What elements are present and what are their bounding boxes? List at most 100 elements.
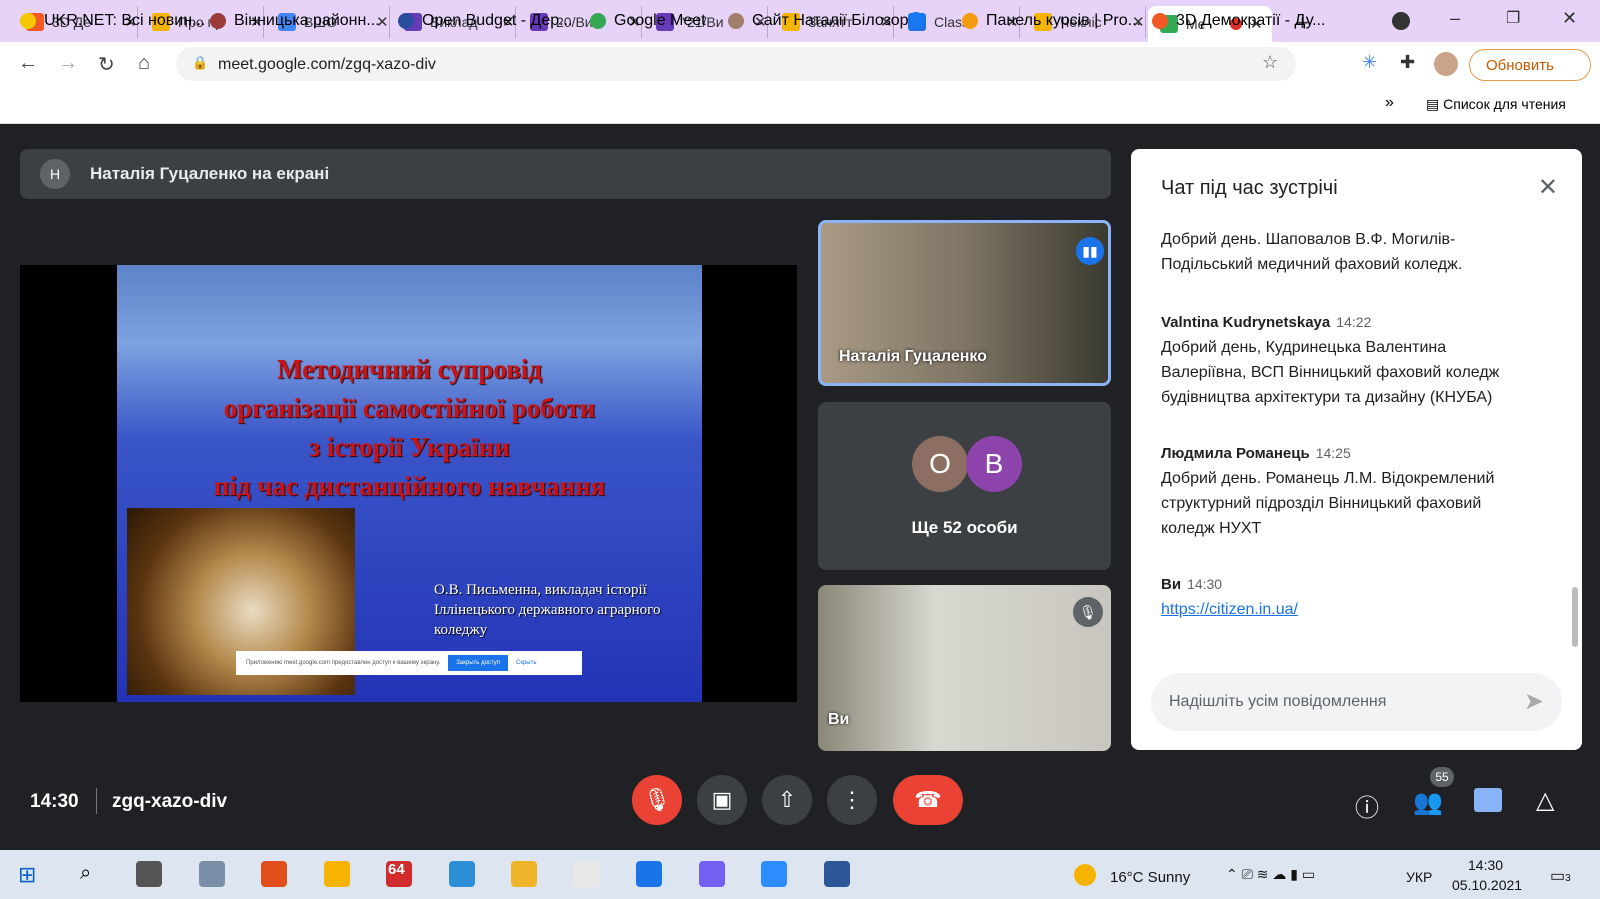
extension-icon[interactable]: ✳ bbox=[1362, 52, 1377, 73]
close-chat-icon[interactable]: ✕ bbox=[1538, 173, 1558, 202]
leave-call-button[interactable]: ☎ bbox=[893, 775, 963, 825]
url-text: meet.google.com/zgq-xazo-div bbox=[218, 56, 436, 73]
share-message: Приложению meet.google.com предоставлен … bbox=[246, 660, 441, 666]
message-time: 14:30 bbox=[1187, 576, 1223, 592]
bookmark[interactable]: UKR.NET: Всі новин... bbox=[20, 12, 205, 30]
weather-icon bbox=[1074, 864, 1096, 886]
bookmark[interactable]: Open Budget - Дер... bbox=[398, 12, 572, 30]
bookmark[interactable]: Панель курсів | Pro... bbox=[962, 12, 1141, 30]
chat-message: Valntina Kudrynetskaya 14:22 Добрий день, … bbox=[1161, 310, 1531, 410]
chat-title: Чат під час зустрічі bbox=[1161, 177, 1338, 199]
home-icon[interactable]: ⌂ bbox=[138, 52, 150, 75]
bookmark[interactable]: 3D Демократії - Ду... bbox=[1152, 12, 1325, 30]
speaking-indicator-icon: ▮▮ bbox=[1076, 237, 1104, 265]
bookmark[interactable]: Вінницька районн... bbox=[210, 12, 380, 30]
bookmark-label: Google Meet bbox=[614, 12, 706, 29]
chrome-icon[interactable] bbox=[573, 861, 600, 887]
message-sender: Ви bbox=[1161, 576, 1182, 593]
hide-button[interactable]: Скрыть bbox=[516, 660, 536, 666]
chat-input[interactable]: Надішліть усім повідомлення ➤ bbox=[1151, 673, 1562, 731]
calculator-icon[interactable] bbox=[198, 861, 225, 887]
message-time: 14:22 bbox=[1336, 314, 1372, 330]
notifications-icon[interactable]: ▭3 bbox=[1550, 866, 1571, 886]
word-icon[interactable] bbox=[823, 861, 850, 887]
message-sender: Людмила Романець bbox=[1161, 445, 1310, 462]
bookmark-label: UKR.NET: Всі новин... bbox=[44, 12, 206, 29]
activities-icon[interactable]: △ bbox=[1536, 786, 1554, 815]
zoom-icon[interactable] bbox=[761, 861, 787, 887]
update-button[interactable]: Обновить bbox=[1469, 49, 1591, 81]
divider bbox=[96, 788, 97, 814]
language-indicator[interactable]: УКР bbox=[1406, 869, 1432, 885]
restore-button[interactable]: ❐ bbox=[1506, 8, 1520, 28]
others-tile[interactable]: О В Ще 52 особи bbox=[818, 402, 1111, 570]
message-text[interactable]: https://citizen.in.ua/ bbox=[1161, 597, 1531, 622]
bookmark-label: 3D Демократії - Ду... bbox=[1176, 12, 1326, 29]
reload-icon[interactable]: ↻ bbox=[98, 52, 115, 77]
bookmark-label: Open Budget - Дер... bbox=[422, 12, 573, 29]
bookmark-favicon-icon bbox=[1152, 13, 1168, 29]
message-sender: Valntina Kudrynetskaya bbox=[1161, 314, 1331, 331]
stop-sharing-button[interactable]: Закрыть доступ bbox=[448, 655, 508, 671]
profile-avatar[interactable] bbox=[1434, 52, 1458, 76]
back-icon[interactable]: ← bbox=[18, 52, 38, 75]
chat-message: Добрий день. Шаповалов В.Ф. Могилів-Поді… bbox=[1161, 227, 1531, 277]
forward-icon[interactable]: → bbox=[58, 52, 78, 75]
bookmark-favicon-icon bbox=[962, 13, 978, 29]
reading-list[interactable]: ▤ Список для чтения bbox=[1426, 96, 1566, 113]
message-text: Добрий день. Шаповалов В.Ф. Могилів-Поді… bbox=[1161, 231, 1463, 273]
app-64-icon[interactable]: 64 bbox=[386, 861, 412, 887]
mail-icon[interactable] bbox=[636, 861, 662, 887]
slide-title: Методичний супровід організації самостійн… bbox=[213, 354, 606, 501]
chat-scrollbar[interactable] bbox=[1572, 587, 1578, 647]
bookmark-favicon-icon bbox=[728, 13, 744, 29]
chat-icon[interactable] bbox=[1474, 788, 1502, 812]
self-tile[interactable]: 🎙 Ви bbox=[818, 585, 1111, 751]
lock-icon: 🔒 bbox=[192, 55, 209, 70]
bookmark[interactable]: Google Meet bbox=[590, 12, 706, 30]
start-icon[interactable]: ⊞ bbox=[18, 862, 36, 888]
close-window-button[interactable]: ✕ bbox=[1562, 8, 1577, 29]
taskbar bbox=[0, 850, 1600, 899]
camera-button[interactable]: ▣ bbox=[697, 775, 747, 825]
minimize-button[interactable]: – bbox=[1450, 8, 1460, 29]
edge-icon[interactable] bbox=[448, 861, 475, 887]
speaker-tile[interactable]: ▮▮ Наталія Гуцаленко bbox=[818, 220, 1111, 386]
task-view-icon[interactable] bbox=[136, 861, 162, 887]
explorer-icon[interactable] bbox=[511, 861, 537, 887]
bookmark[interactable]: Сайт Наталії Білозор bbox=[728, 12, 909, 30]
chat-placeholder: Надішліть усім повідомлення bbox=[1169, 693, 1387, 710]
slide-author: О.В. Письменна, викладач історії Іллінец… bbox=[434, 582, 661, 638]
search-icon[interactable]: ⌕ bbox=[80, 862, 91, 885]
viber-icon[interactable] bbox=[698, 861, 725, 887]
clock-time[interactable]: 14:30 bbox=[1468, 857, 1503, 873]
message-text: Добрий день, Кудринецька Валентина Валер… bbox=[1161, 339, 1500, 406]
muted-mic-icon: 🎙 bbox=[1073, 597, 1103, 627]
participant-avatar: В bbox=[966, 436, 1022, 492]
office-icon[interactable] bbox=[261, 861, 287, 887]
message-text: Добрий день. Романець Л.М. Відокремлений… bbox=[1161, 470, 1495, 537]
people-icon[interactable]: 👥 bbox=[1413, 788, 1443, 817]
tab-search-icon[interactable] bbox=[1392, 12, 1410, 30]
mic-off-button[interactable]: 🎙 bbox=[632, 775, 682, 825]
address-bar[interactable]: 🔒 meet.google.com/zgq-xazo-div bbox=[176, 47, 1296, 81]
more-options-button[interactable]: ⋮ bbox=[827, 775, 877, 825]
speaker-name: Наталія Гуцаленко bbox=[839, 348, 987, 365]
bookmark-label: Сайт Наталії Білозор bbox=[752, 12, 909, 29]
others-label: Ще 52 особи bbox=[911, 518, 1018, 537]
star-icon[interactable]: ☆ bbox=[1262, 52, 1278, 73]
chat-message: Людмила Романець 14:25 Добрий день. Романе… bbox=[1161, 441, 1531, 541]
app-icon[interactable] bbox=[323, 861, 350, 887]
bookmarks-bar bbox=[0, 84, 1600, 124]
weather-text[interactable]: 16°C Sunny bbox=[1110, 869, 1190, 886]
extensions-puzzle-icon[interactable]: ✚ bbox=[1400, 52, 1415, 73]
bookmarks-more[interactable]: » bbox=[1385, 94, 1394, 112]
clock-date[interactable]: 05.10.2021 bbox=[1452, 877, 1522, 893]
meeting-time: 14:30 bbox=[30, 791, 79, 812]
bookmark-favicon-icon bbox=[398, 13, 414, 29]
send-icon[interactable]: ➤ bbox=[1524, 687, 1544, 716]
bookmark[interactable] bbox=[908, 12, 932, 28]
present-button[interactable]: ⇧ bbox=[762, 775, 812, 825]
info-icon[interactable]: ⓘ bbox=[1355, 788, 1379, 823]
tray-icons[interactable]: ⌃ ⎚ ≋ ☁ ▮ ▭ bbox=[1226, 866, 1315, 883]
